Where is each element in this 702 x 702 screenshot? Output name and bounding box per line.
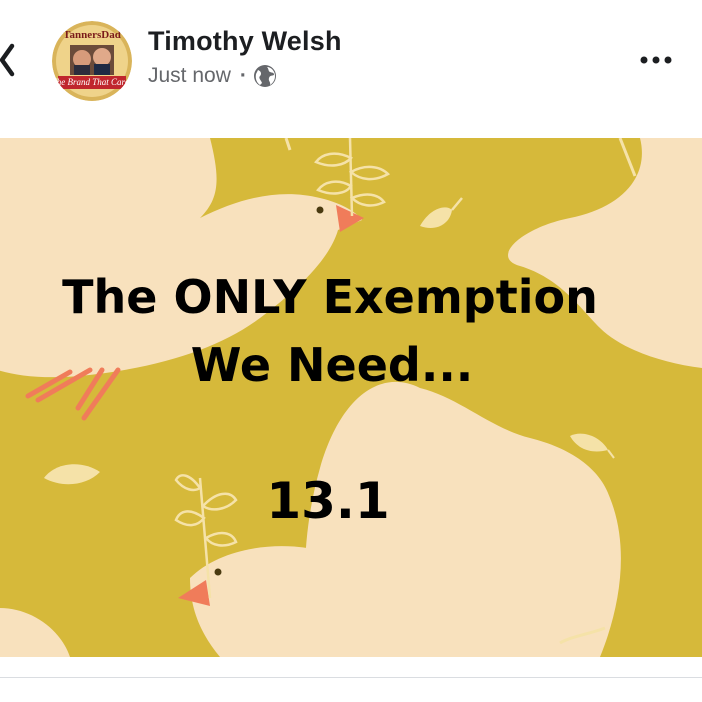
back-chevron-icon[interactable] [0,40,24,80]
image-number: 13.1 [266,472,390,530]
author-name[interactable]: Timothy Welsh [148,26,342,57]
globe-icon[interactable] [253,64,277,88]
headline-line-1: The ONLY Exemption [62,270,598,324]
divider [0,677,702,678]
more-options-icon[interactable] [638,48,674,72]
avatar-title-text: TannersDad [63,29,121,41]
action-bar [0,690,702,702]
post-meta: Just now · [148,64,277,88]
meta-separator: · [239,64,247,87]
post-image[interactable]: The ONLY Exemption We Need... 13.1 [0,138,702,657]
post-timestamp[interactable]: Just now [148,64,231,88]
avatar[interactable]: The Brand That Cares TannersDad [52,21,132,101]
avatar-brand-text: The Brand That Cares [52,77,132,87]
image-headline: The ONLY Exemption We Need... [0,263,660,399]
headline-line-2: We Need... [190,338,474,392]
